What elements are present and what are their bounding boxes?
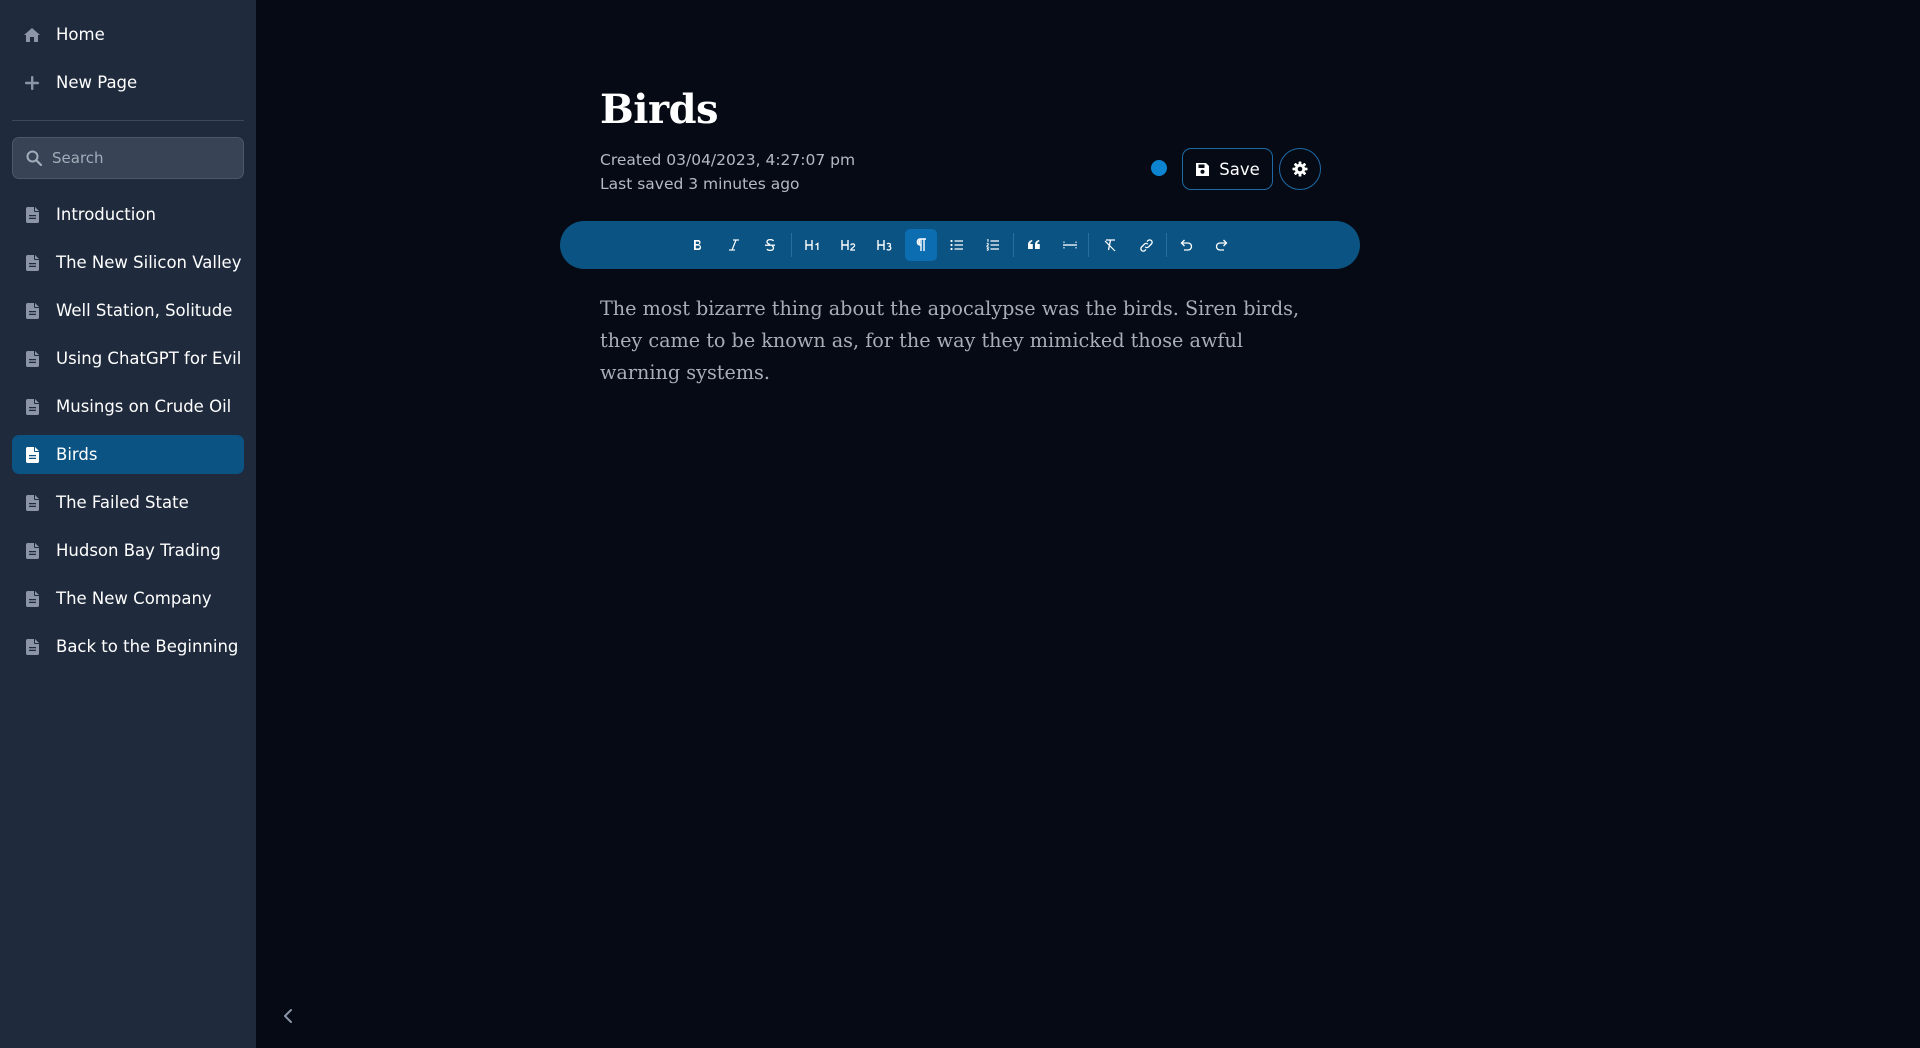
horizontal-rule-button[interactable] — [1054, 229, 1086, 261]
blockquote-button[interactable] — [1018, 229, 1050, 261]
ordered-list-button[interactable] — [977, 229, 1009, 261]
undo-button[interactable] — [1170, 229, 1202, 261]
italic-icon — [729, 239, 739, 251]
sidebar-page-label: The New Silicon Valley — [56, 253, 242, 272]
heading-3-icon — [877, 240, 892, 251]
sidebar-page-label: Hudson Bay Trading — [56, 541, 221, 560]
paragraph-button[interactable] — [905, 229, 937, 261]
redo-button[interactable] — [1206, 229, 1238, 261]
sidebar-page-label: Well Station, Solitude — [56, 301, 233, 320]
clear-formatting-icon — [1104, 239, 1116, 252]
home-label: Home — [56, 25, 105, 44]
sidebar-page-item[interactable]: Well Station, Solitude — [12, 291, 244, 330]
sidebar-page-item[interactable]: Hudson Bay Trading — [12, 531, 244, 570]
sidebar-page-item[interactable]: Introduction — [12, 195, 244, 234]
page-title: Birds — [600, 86, 719, 133]
sidebar-page-item[interactable]: Birds — [12, 435, 244, 474]
heading-1-button[interactable] — [797, 229, 829, 261]
document-icon — [23, 638, 41, 656]
sidebar: Home New Page Introduction The New Silico… — [0, 0, 292, 1048]
formatting-toolbar — [560, 221, 1360, 269]
toolbar-separator — [1013, 233, 1014, 257]
paragraph-icon — [916, 238, 926, 251]
sidebar-page-label: The Failed State — [56, 493, 189, 512]
created-timestamp: Created 03/04/2023, 4:27:07 pm — [600, 151, 856, 169]
sidebar-page-label: The New Company — [56, 589, 212, 608]
link-icon — [1139, 238, 1153, 252]
toolbar-separator — [1166, 233, 1167, 257]
sidebar-page-item[interactable]: The Failed State — [12, 483, 244, 522]
document-icon — [23, 494, 41, 512]
toolbar-separator — [791, 233, 792, 257]
horizontal-rule-icon — [1063, 241, 1077, 249]
sidebar-page-item[interactable]: The New Company — [12, 579, 244, 618]
plus-icon — [23, 74, 41, 92]
sidebar-page-label: Introduction — [56, 205, 156, 224]
ordered-list-icon — [986, 239, 999, 251]
heading-1-icon — [805, 240, 819, 250]
document-icon — [23, 398, 41, 416]
bullet-list-icon — [950, 239, 963, 251]
sidebar-page-item[interactable]: Using ChatGPT for Evil — [12, 339, 244, 378]
strikethrough-button[interactable] — [754, 229, 786, 261]
search-icon — [25, 149, 43, 167]
heading-3-button[interactable] — [869, 229, 901, 261]
sync-status-indicator — [1151, 160, 1167, 176]
sidebar-page-label: Using ChatGPT for Evil — [56, 349, 242, 368]
undo-icon — [1180, 239, 1193, 251]
sidebar-page-item[interactable]: The New Silicon Valley — [12, 243, 244, 282]
collapse-sidebar-button[interactable] — [278, 1004, 298, 1028]
bold-button[interactable] — [682, 229, 714, 261]
save-label: Save — [1219, 159, 1260, 179]
chevron-left-icon — [284, 1009, 292, 1023]
document-icon — [23, 206, 41, 224]
sidebar-page-label: Birds — [56, 445, 98, 464]
document-icon — [23, 302, 41, 320]
document-icon — [23, 254, 41, 272]
document-icon — [23, 590, 41, 608]
sidebar-page-label: Back to the Beginning — [56, 637, 239, 656]
gear-icon — [1292, 161, 1308, 177]
sidebar-page-item[interactable]: Musings on Crude Oil — [12, 387, 244, 426]
bold-icon — [694, 240, 702, 250]
heading-2-button[interactable] — [833, 229, 865, 261]
last-saved-status: Last saved 3 minutes ago — [600, 175, 800, 193]
toolbar-separator — [1088, 233, 1089, 257]
sidebar-page-item[interactable]: Back to the Beginning — [12, 627, 244, 666]
floppy-disk-icon — [1196, 162, 1210, 176]
home-link[interactable]: Home — [12, 15, 244, 54]
new-page-label: New Page — [56, 73, 138, 92]
new-page-button[interactable]: New Page — [12, 63, 244, 102]
settings-button[interactable] — [1279, 148, 1321, 190]
strikethrough-icon — [765, 238, 775, 252]
document-icon — [23, 542, 41, 560]
save-button[interactable]: Save — [1182, 148, 1273, 190]
search-input[interactable] — [52, 149, 222, 167]
bullet-list-button[interactable] — [941, 229, 973, 261]
editor-content[interactable]: The most bizarre thing about the apocaly… — [600, 293, 1320, 389]
sidebar-divider — [12, 120, 244, 121]
redo-icon — [1215, 239, 1228, 251]
italic-button[interactable] — [718, 229, 750, 261]
heading-2-icon — [841, 240, 856, 251]
link-button[interactable] — [1130, 229, 1162, 261]
search-box[interactable] — [12, 137, 244, 179]
clear-formatting-button[interactable] — [1094, 229, 1126, 261]
quote-icon — [1028, 240, 1040, 249]
document-icon — [23, 350, 41, 368]
home-icon — [23, 26, 41, 44]
document-icon — [23, 446, 41, 464]
sidebar-page-label: Musings on Crude Oil — [56, 397, 232, 416]
